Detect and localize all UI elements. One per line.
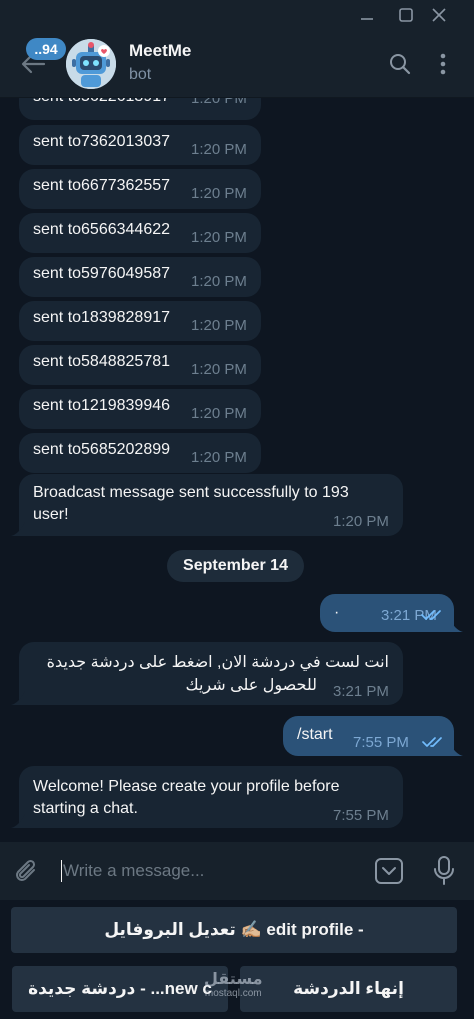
- message-bubble[interactable]: Broadcast message sent successfully to 1…: [19, 474, 403, 536]
- message-text: sent to5685202899: [33, 441, 171, 458]
- double-check-icon: [421, 610, 441, 620]
- bubble-tail: [449, 618, 463, 632]
- message-text: sent to5976049587: [33, 265, 171, 282]
- message-text-line: user!: [33, 506, 69, 523]
- bubble-tail: [449, 742, 463, 756]
- avatar[interactable]: [66, 39, 116, 89]
- message-time: 1:20 PM: [191, 141, 247, 158]
- message-bubble[interactable]: sent to5685202899 1:20 PM: [19, 433, 261, 473]
- message-text: sent to5848825781: [33, 353, 171, 370]
- message-time: 1:20 PM: [191, 273, 247, 290]
- message-text: ·: [334, 604, 340, 621]
- bubble-tail: [11, 522, 25, 536]
- message-bubble[interactable]: Welcome! Please create your profile befo…: [19, 766, 403, 828]
- bot-keyboard: تعديل البروفايل ✍🏼 edit profile - دردشة …: [0, 900, 474, 1019]
- message-text: /start: [297, 726, 333, 743]
- telegram-window: ..94 MeetMe bot 1:20 PM sent to736201303…: [0, 0, 474, 1019]
- message-text-line: Welcome! Please create your profile befo…: [33, 778, 340, 795]
- message-text-line: للحصول على شريك: [185, 677, 317, 694]
- message-text: sent to7362013037: [33, 133, 171, 150]
- message-time: 1:20 PM: [191, 449, 247, 466]
- message-bubble[interactable]: sent to5848825781 1:20 PM: [19, 345, 261, 385]
- message-text-line: انت لست في دردشة الان, اضغط على دردشة جد…: [46, 654, 389, 671]
- paperclip-icon[interactable]: [14, 858, 40, 886]
- watermark: مستقل mostaql.com: [204, 972, 263, 1000]
- microphone-icon[interactable]: [432, 855, 456, 887]
- message-bubble[interactable]: sent to6566344622 1:20 PM: [19, 213, 261, 253]
- end-chat-button[interactable]: إنهاء الدردشة: [240, 966, 457, 1012]
- message-time: 1:20 PM: [191, 317, 247, 334]
- bubble-tail: [11, 691, 25, 705]
- minimize-icon[interactable]: [356, 4, 378, 26]
- message-bubble[interactable]: sent to1839828917 1:20 PM: [19, 301, 261, 341]
- message-text: sent to6566344622: [33, 221, 171, 238]
- message-time: 1:20 PM: [191, 405, 247, 422]
- message-time: 3:21 PM: [333, 683, 389, 700]
- date-separator: September 14: [167, 550, 304, 582]
- message-text: sent to5622613917: [33, 98, 170, 108]
- watermark-latin: mostaql.com: [204, 988, 262, 999]
- robot-avatar-icon: [66, 39, 116, 89]
- message-time: 7:55 PM: [333, 807, 389, 824]
- message-time: 1:20 PM: [191, 229, 247, 246]
- text-caret: [61, 860, 62, 882]
- chat-subtitle: bot: [129, 66, 152, 83]
- watermark-arabic: مستقل: [204, 971, 263, 988]
- message-time: 1:20 PM: [191, 361, 247, 378]
- close-icon[interactable]: [428, 4, 450, 26]
- message-bubble[interactable]: sent to6677362557 1:20 PM: [19, 169, 261, 209]
- message-text: sent to1839828917: [33, 309, 171, 326]
- message-text: sent to1219839946: [33, 397, 171, 414]
- new-chat-button[interactable]: دردشة جديدة - ...new c: [12, 966, 228, 1012]
- message-text-line: starting a chat.: [33, 800, 138, 817]
- message-bubble[interactable]: sent to5976049587 1:20 PM: [19, 257, 261, 297]
- double-check-icon: [422, 737, 442, 747]
- title-bar: [0, 0, 474, 30]
- unread-badge: ..94: [26, 38, 66, 60]
- message-time: 1:20 PM: [191, 98, 247, 107]
- message-input[interactable]: [63, 856, 353, 886]
- message-composer: [0, 842, 474, 900]
- bot-keyboard-icon[interactable]: [374, 856, 404, 886]
- message-text-line: Broadcast message sent successfully to 1…: [33, 484, 349, 501]
- message-bubble-outgoing[interactable]: · 3:21 PM: [320, 594, 454, 632]
- message-list[interactable]: sent to5622613917 1:20 PM sent to7362013…: [0, 98, 474, 842]
- message-bubble-outgoing[interactable]: /start 7:55 PM: [283, 716, 454, 756]
- edit-profile-button[interactable]: تعديل البروفايل ✍🏼 edit profile -: [11, 907, 457, 953]
- chat-header: ..94 MeetMe bot: [0, 30, 474, 98]
- message-bubble[interactable]: انت لست في دردشة الان, اضغط على دردشة جد…: [19, 642, 403, 705]
- message-text: sent to6677362557: [33, 177, 171, 194]
- bubble-tail: [11, 814, 25, 828]
- message-bubble[interactable]: sent to5622613917 1:20 PM: [19, 98, 261, 120]
- message-time: 7:55 PM: [353, 734, 409, 751]
- message-time: 1:20 PM: [333, 513, 389, 530]
- maximize-icon[interactable]: [395, 4, 417, 26]
- message-bubble[interactable]: sent to1219839946 1:20 PM: [19, 389, 261, 429]
- more-vertical-icon[interactable]: [433, 52, 453, 76]
- chat-title: MeetMe: [129, 41, 192, 60]
- message-time: 1:20 PM: [191, 185, 247, 202]
- message-bubble[interactable]: sent to7362013037 1:20 PM: [19, 125, 261, 165]
- search-icon[interactable]: [388, 52, 412, 76]
